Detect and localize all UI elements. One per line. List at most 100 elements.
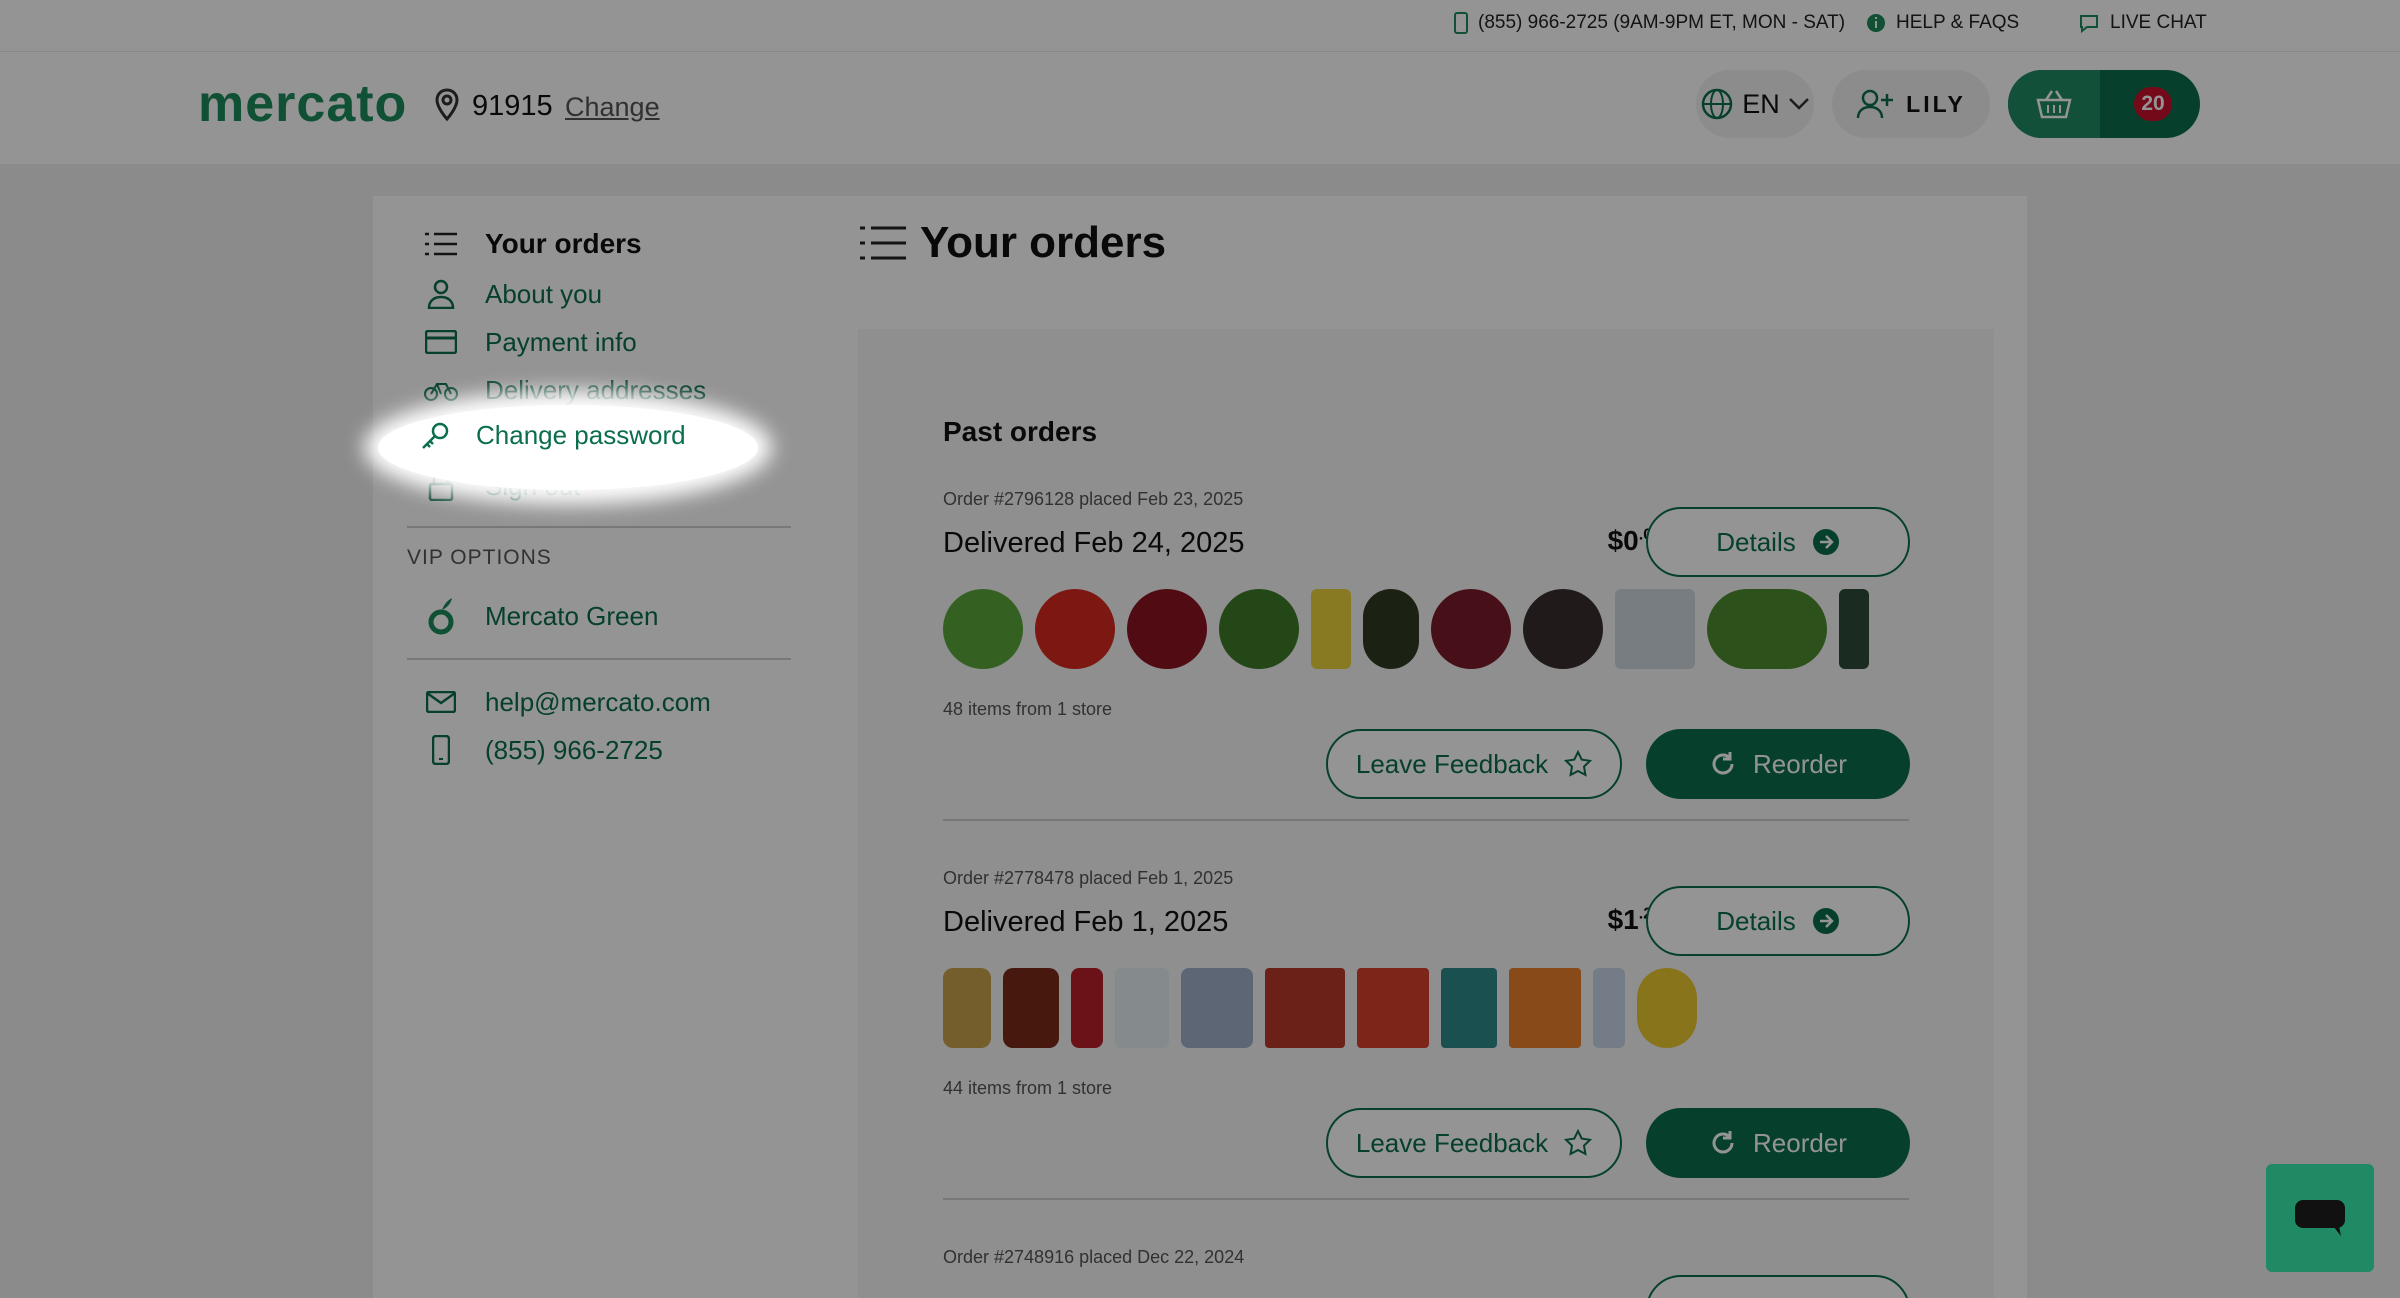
sidebar-item-label: Delivery addresses: [485, 374, 707, 405]
leave-feedback-button[interactable]: Leave Feedback: [1326, 729, 1622, 799]
order-status: Delivered Feb 24, 2025: [943, 527, 1245, 559]
logo[interactable]: mercato: [198, 74, 407, 134]
live-chat-link[interactable]: LIVE CHAT: [2078, 12, 2207, 34]
order-item-thumbnails: [943, 968, 1909, 1054]
product-thumbnail[interactable]: [1523, 589, 1603, 669]
user-name: LILY: [1906, 90, 1966, 117]
product-thumbnail[interactable]: [1431, 589, 1511, 669]
product-thumbnail[interactable]: [1441, 968, 1497, 1048]
phone-icon: [1454, 12, 1468, 34]
logo-text: mercato: [198, 75, 408, 133]
reorder-button[interactable]: Reorder: [1646, 729, 1910, 799]
product-thumbnail[interactable]: [1219, 589, 1299, 669]
product-thumbnail[interactable]: [1707, 589, 1827, 669]
order-divider: [943, 1198, 1909, 1200]
details-button[interactable]: Details: [1646, 507, 1910, 577]
sidebar-item-change-password[interactable]: Change password: [420, 420, 686, 451]
details-button[interactable]: [1646, 1275, 1909, 1298]
page-title-text: Your orders: [920, 218, 1167, 267]
bike-icon: [423, 372, 459, 408]
account-sidebar: Your orders About you Payment info Deliv…: [373, 196, 825, 1298]
sidebar-item-label: About you: [485, 278, 603, 309]
order-card: Order #2778478 placed Feb 1, 2025 Delive…: [943, 868, 1910, 1208]
list-icon: [423, 226, 459, 262]
refresh-icon: [1712, 752, 1734, 775]
product-thumbnail[interactable]: [1615, 589, 1695, 669]
order-item-count: 44 items from 1 store: [943, 1078, 1113, 1098]
user-account-button[interactable]: LILY: [1832, 70, 1990, 138]
sidebar-item-label: help@mercato.com: [485, 686, 711, 717]
vip-options-heading: VIP OPTIONS: [407, 546, 552, 569]
help-link[interactable]: HELP & FAQS: [1866, 12, 2019, 34]
top-bar: (855) 966-2725 (9AM-9PM ET, MON - SAT) H…: [0, 0, 2400, 51]
cart-button[interactable]: 20: [2008, 70, 2200, 138]
order-item-count: 48 items from 1 store: [943, 699, 1113, 719]
sidebar-item-label: Your orders: [485, 228, 642, 259]
sidebar-item-about-you[interactable]: About you: [423, 276, 602, 312]
star-icon: [1564, 750, 1593, 777]
order-meta: Order #2748916 placed Dec 22, 2024: [943, 1247, 1245, 1267]
sidebar-item-label: Change password: [476, 420, 686, 450]
product-thumbnail[interactable]: [943, 589, 1023, 669]
basket-icon: [2036, 90, 2072, 119]
product-thumbnail[interactable]: [1071, 968, 1103, 1048]
arrow-right-circle-icon: [1812, 908, 1839, 934]
order-card: Order #2748916 placed Dec 22, 2024: [943, 1247, 1909, 1298]
product-thumbnail[interactable]: [1127, 589, 1207, 669]
page-title: Your orders: [860, 218, 1166, 268]
chat-bubble-icon: [2080, 15, 2098, 33]
reorder-button[interactable]: Reorder: [1646, 1108, 1910, 1178]
key-icon: [422, 422, 449, 449]
order-meta: Order #2796128 placed Feb 23, 2025: [943, 489, 1244, 509]
arrow-right-circle-icon: [1812, 529, 1839, 555]
basket-area: [2008, 70, 2100, 138]
sidebar-item-mercato-green[interactable]: Mercato Green: [423, 598, 659, 635]
phone-contact[interactable]: (855) 966-2725 (9AM-9PM ET, MON - SAT): [1454, 12, 1845, 34]
sidebar-item-payment-info[interactable]: Payment info: [423, 324, 637, 360]
product-thumbnail[interactable]: [1181, 968, 1253, 1048]
credit-card-icon: [423, 324, 459, 360]
globe-icon: [1701, 88, 1733, 120]
product-thumbnail[interactable]: [1311, 589, 1351, 669]
product-thumbnail[interactable]: [1593, 968, 1625, 1048]
sidebar-item-label: Mercato Green: [485, 600, 659, 631]
language-selector[interactable]: EN: [1696, 70, 1814, 138]
order-card: Order #2796128 placed Feb 23, 2025 Deliv…: [943, 489, 1910, 829]
sidebar-item-email[interactable]: help@mercato.com: [423, 684, 711, 720]
person-icon: [423, 276, 459, 312]
product-thumbnail[interactable]: [1637, 968, 1697, 1048]
reorder-label: Reorder: [1753, 748, 1847, 779]
zip-change-link[interactable]: Change: [565, 92, 660, 123]
feedback-label: Leave Feedback: [1355, 1127, 1549, 1158]
order-item-thumbnails: [943, 589, 1909, 675]
sidebar-item-label: (855) 966-2725: [485, 734, 663, 765]
phone-icon: [423, 732, 459, 768]
product-thumbnail[interactable]: [1003, 968, 1059, 1048]
product-thumbnail[interactable]: [1839, 589, 1869, 669]
details-button[interactable]: Details: [1646, 886, 1910, 956]
sidebar-item-label: Payment info: [485, 326, 637, 357]
product-thumbnail[interactable]: [1363, 589, 1419, 669]
info-icon: [1867, 14, 1885, 32]
feedback-label: Leave Feedback: [1355, 748, 1549, 779]
chat-widget-button[interactable]: [2266, 1164, 2374, 1272]
sidebar-item-delivery-addresses[interactable]: Delivery addresses: [423, 372, 706, 408]
details-label: Details: [1716, 526, 1796, 557]
order-total-whole: $0: [1607, 525, 1639, 556]
product-thumbnail[interactable]: [1509, 968, 1581, 1048]
add-user-icon: [1856, 89, 1894, 119]
live-chat-text: LIVE CHAT: [2110, 12, 2207, 33]
order-total-whole: $1: [1607, 904, 1639, 935]
sidebar-item-phone[interactable]: (855) 966-2725: [423, 732, 663, 768]
product-thumbnail[interactable]: [1115, 968, 1169, 1048]
sidebar-item-your-orders[interactable]: Your orders: [423, 226, 642, 262]
past-orders-heading: Past orders: [943, 416, 1098, 447]
product-thumbnail[interactable]: [943, 968, 991, 1048]
sidebar-divider: [407, 658, 791, 660]
product-thumbnail[interactable]: [1035, 589, 1115, 669]
product-thumbnail[interactable]: [1265, 968, 1345, 1048]
leave-feedback-button[interactable]: Leave Feedback: [1326, 1108, 1622, 1178]
product-thumbnail[interactable]: [1357, 968, 1429, 1048]
order-meta: Order #2778478 placed Feb 1, 2025: [943, 868, 1234, 888]
order-status: Delivered Feb 1, 2025: [943, 906, 1229, 938]
